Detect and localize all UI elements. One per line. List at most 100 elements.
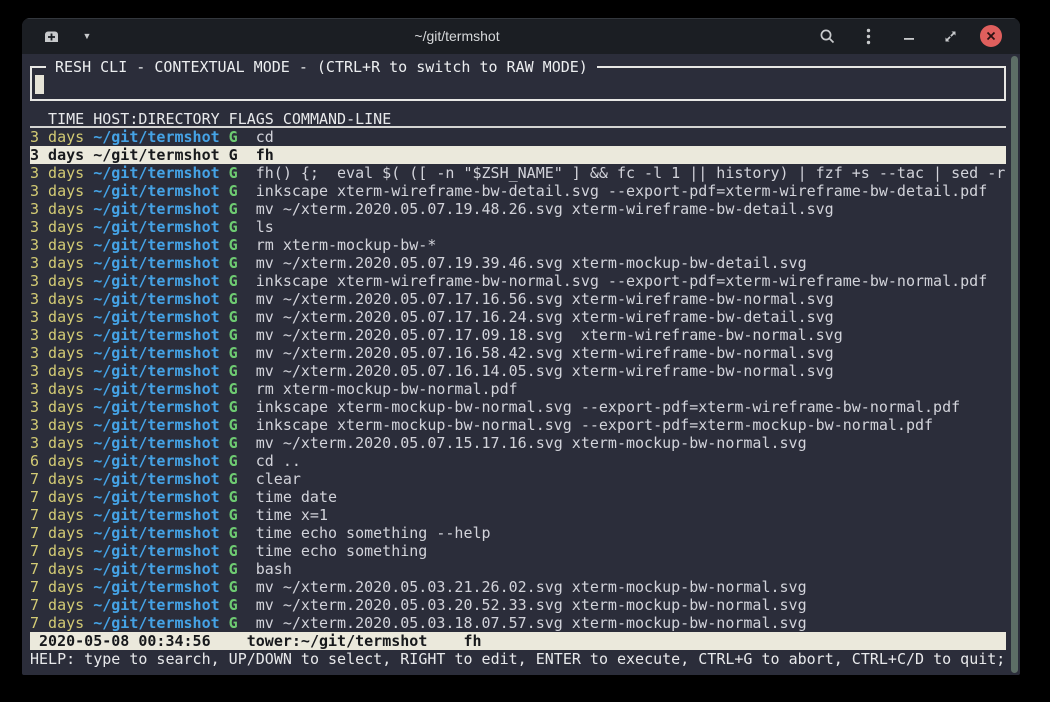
history-row[interactable]: 3 days ~/git/termshot G fh xyxy=(30,146,1006,164)
tab-dropdown-button[interactable]: ▼ xyxy=(74,23,100,49)
history-flags: G xyxy=(229,542,256,560)
history-time: 3 days xyxy=(30,128,93,146)
history-flags: G xyxy=(229,488,256,506)
history-flags: G xyxy=(229,308,256,326)
history-row[interactable]: 3 days ~/git/termshot G inkscape xterm-m… xyxy=(30,416,1006,434)
history-row[interactable]: 3 days ~/git/termshot G mv ~/xterm.2020.… xyxy=(30,290,1006,308)
history-row[interactable]: 3 days ~/git/termshot G inkscape xterm-w… xyxy=(30,272,1006,290)
history-command: mv ~/xterm.2020.05.07.17.16.56.svg xterm… xyxy=(256,290,1006,308)
history-time: 3 days xyxy=(30,380,93,398)
history-time: 7 days xyxy=(30,524,93,542)
history-directory: ~/git/termshot xyxy=(93,182,228,200)
history-time: 3 days xyxy=(30,398,93,416)
history-directory: ~/git/termshot xyxy=(93,164,228,182)
history-time: 7 days xyxy=(30,542,93,560)
history-command: inkscape xterm-wireframe-bw-detail.svg -… xyxy=(256,182,1006,200)
history-time: 3 days xyxy=(30,164,93,182)
history-time: 7 days xyxy=(30,578,93,596)
history-time: 3 days xyxy=(30,254,93,272)
history-directory: ~/git/termshot xyxy=(93,470,228,488)
scrollbar[interactable] xyxy=(1011,56,1018,673)
history-row[interactable]: 3 days ~/git/termshot G inkscape xterm-m… xyxy=(30,398,1006,416)
history-row[interactable]: 7 days ~/git/termshot G bash xyxy=(30,560,1006,578)
history-directory: ~/git/termshot xyxy=(93,614,228,632)
history-row[interactable]: 3 days ~/git/termshot G cd xyxy=(30,128,1006,146)
history-row[interactable]: 7 days ~/git/termshot G time date xyxy=(30,488,1006,506)
history-row[interactable]: 7 days ~/git/termshot G mv ~/xterm.2020.… xyxy=(30,596,1006,614)
history-command: inkscape xterm-mockup-bw-normal.svg --ex… xyxy=(256,416,1006,434)
history-time: 3 days xyxy=(30,362,93,380)
history-flags: G xyxy=(229,452,256,470)
history-flags: G xyxy=(229,146,256,164)
history-flags: G xyxy=(229,272,256,290)
window-title: ~/git/termshot xyxy=(100,28,814,44)
history-row[interactable]: 3 days ~/git/termshot G mv ~/xterm.2020.… xyxy=(30,344,1006,362)
history-flags: G xyxy=(229,578,256,596)
history-flags: G xyxy=(229,596,256,614)
history-row[interactable]: 3 days ~/git/termshot G mv ~/xterm.2020.… xyxy=(30,434,1006,452)
menu-button[interactable] xyxy=(855,23,881,49)
history-directory: ~/git/termshot xyxy=(93,596,228,614)
history-row[interactable]: 3 days ~/git/termshot G rm xterm-mockup-… xyxy=(30,236,1006,254)
history-time: 3 days xyxy=(30,236,93,254)
history-command: clear xyxy=(256,470,1006,488)
history-row[interactable]: 7 days ~/git/termshot G mv ~/xterm.2020.… xyxy=(30,578,1006,596)
minimize-icon xyxy=(903,30,915,42)
history-time: 7 days xyxy=(30,596,93,614)
history-row[interactable]: 3 days ~/git/termshot G fh() {; eval $( … xyxy=(30,164,1006,182)
history-list: 3 days ~/git/termshot G cd 3 days ~/git/… xyxy=(30,128,1006,632)
history-row[interactable]: 7 days ~/git/termshot G clear xyxy=(30,470,1006,488)
history-flags: G xyxy=(229,560,256,578)
history-row[interactable]: 6 days ~/git/termshot G cd .. xyxy=(30,452,1006,470)
history-flags: G xyxy=(229,200,256,218)
history-time: 3 days xyxy=(30,308,93,326)
history-row[interactable]: 3 days ~/git/termshot G mv ~/xterm.2020.… xyxy=(30,326,1006,344)
search-button[interactable] xyxy=(814,23,840,49)
history-command: inkscape xterm-wireframe-bw-normal.svg -… xyxy=(256,272,1006,290)
history-directory: ~/git/termshot xyxy=(93,254,228,272)
resh-header-box: RESH CLI - CONTEXTUAL MODE - (CTRL+R to … xyxy=(30,66,1006,101)
history-directory: ~/git/termshot xyxy=(93,236,228,254)
new-tab-button[interactable] xyxy=(38,23,64,49)
history-directory: ~/git/termshot xyxy=(93,128,228,146)
history-time: 7 days xyxy=(30,506,93,524)
new-tab-icon xyxy=(43,28,60,45)
history-row[interactable]: 3 days ~/git/termshot G mv ~/xterm.2020.… xyxy=(30,362,1006,380)
history-directory: ~/git/termshot xyxy=(93,362,228,380)
history-flags: G xyxy=(229,614,256,632)
history-row[interactable]: 3 days ~/git/termshot G mv ~/xterm.2020.… xyxy=(30,308,1006,326)
history-flags: G xyxy=(229,362,256,380)
history-row[interactable]: 7 days ~/git/termshot G time echo someth… xyxy=(30,524,1006,542)
history-command: time echo something --help xyxy=(256,524,1006,542)
history-directory: ~/git/termshot xyxy=(93,416,228,434)
history-time: 3 days xyxy=(30,290,93,308)
history-directory: ~/git/termshot xyxy=(93,380,228,398)
restore-button[interactable] xyxy=(937,23,963,49)
history-row[interactable]: 3 days ~/git/termshot G ls xyxy=(30,218,1006,236)
history-time: 7 days xyxy=(30,488,93,506)
history-command: mv ~/xterm.2020.05.07.19.39.46.svg xterm… xyxy=(256,254,1006,272)
history-time: 3 days xyxy=(30,434,93,452)
history-time: 7 days xyxy=(30,614,93,632)
history-command: time x=1 xyxy=(256,506,1006,524)
history-row[interactable]: 3 days ~/git/termshot G inkscape xterm-w… xyxy=(30,182,1006,200)
history-row[interactable]: 7 days ~/git/termshot G mv ~/xterm.2020.… xyxy=(30,614,1006,632)
history-directory: ~/git/termshot xyxy=(93,434,228,452)
history-command: rm xterm-mockup-bw-normal.pdf xyxy=(256,380,1006,398)
history-directory: ~/git/termshot xyxy=(93,452,228,470)
history-flags: G xyxy=(229,398,256,416)
history-flags: G xyxy=(229,128,256,146)
history-row[interactable]: 3 days ~/git/termshot G mv ~/xterm.2020.… xyxy=(30,254,1006,272)
history-command: cd .. xyxy=(256,452,1006,470)
minimize-button[interactable] xyxy=(896,23,922,49)
history-row[interactable]: 7 days ~/git/termshot G time echo someth… xyxy=(30,542,1006,560)
history-flags: G xyxy=(229,434,256,452)
history-row[interactable]: 3 days ~/git/termshot G rm xterm-mockup-… xyxy=(30,380,1006,398)
close-button[interactable] xyxy=(978,23,1004,49)
history-command: mv ~/xterm.2020.05.07.17.09.18.svg xterm… xyxy=(256,326,1006,344)
chevron-down-icon: ▼ xyxy=(83,31,92,41)
history-directory: ~/git/termshot xyxy=(93,506,228,524)
input-cursor xyxy=(35,75,44,94)
history-row[interactable]: 7 days ~/git/termshot G time x=1 xyxy=(30,506,1006,524)
history-row[interactable]: 3 days ~/git/termshot G mv ~/xterm.2020.… xyxy=(30,200,1006,218)
